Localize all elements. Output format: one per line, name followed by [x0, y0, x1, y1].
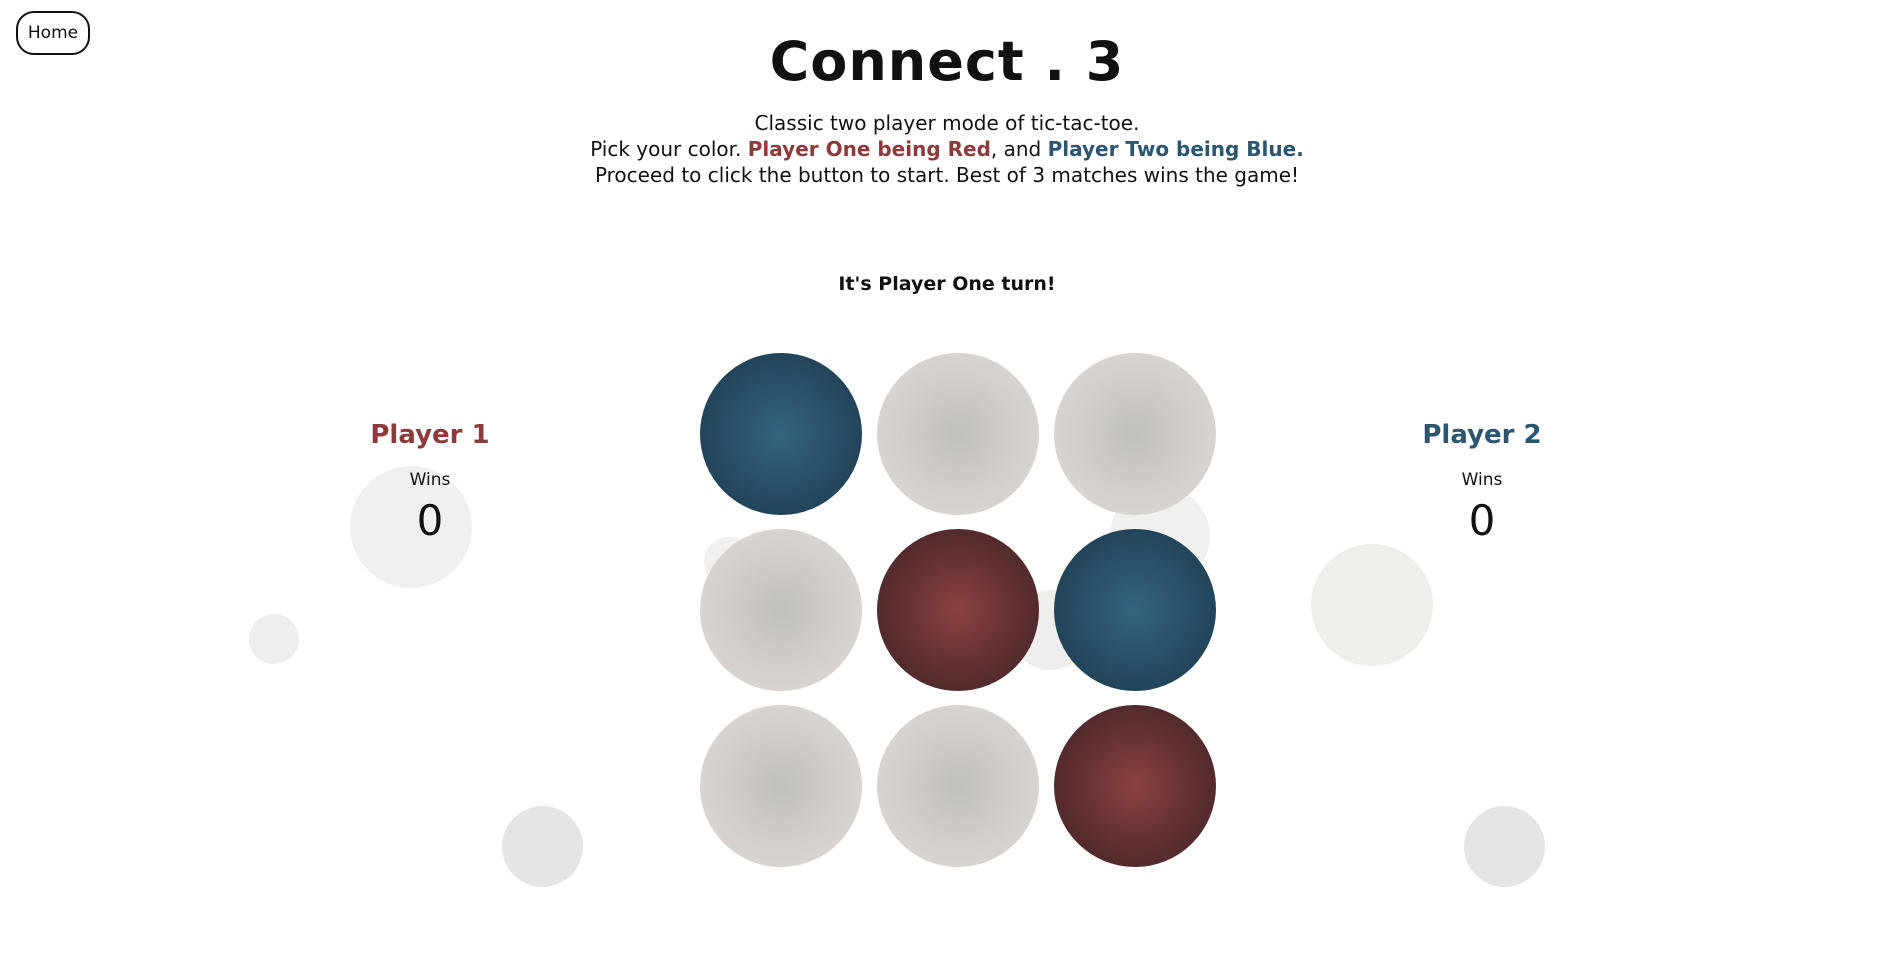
board-cell-8[interactable] — [877, 705, 1039, 867]
board-cell-3[interactable] — [1054, 353, 1216, 515]
board-cell-6[interactable] — [1054, 529, 1216, 691]
player-two-wins-label: Wins — [1461, 470, 1503, 490]
board-cell-2[interactable] — [877, 353, 1039, 515]
page-title: Connect . 3 — [769, 30, 1125, 93]
board-cell-9[interactable] — [1054, 705, 1216, 867]
board-cell-5[interactable] — [877, 529, 1039, 691]
instructions-line-1: Classic two player mode of tic-tac-toe. — [754, 111, 1140, 135]
turn-indicator: It's Player One turn! — [838, 273, 1056, 295]
instructions-pick-text: Pick your color. — [590, 137, 748, 161]
player-two-panel: Player 2 Wins 0 — [1362, 420, 1602, 545]
game-instructions: Classic two player mode of tic-tac-toe. … — [0, 110, 1894, 188]
board-cell-1[interactable] — [700, 353, 862, 515]
player-two-name: Player 2 — [1422, 420, 1542, 450]
game-board — [700, 353, 1216, 867]
instructions-line-3: Proceed to click the button to start. Be… — [594, 163, 1300, 187]
background-bubble — [249, 614, 299, 664]
board-cell-4[interactable] — [700, 529, 862, 691]
board-cell-7[interactable] — [700, 705, 862, 867]
instructions-line-2: Pick your color. Player One being Red, a… — [0, 136, 1894, 162]
player-one-color-text: Player One being Red — [747, 137, 991, 161]
player-one-wins-label: Wins — [409, 470, 451, 490]
player-two-wins-count: 0 — [1468, 496, 1496, 545]
background-bubble — [1464, 806, 1545, 887]
player-one-name: Player 1 — [370, 420, 490, 450]
background-bubble — [1311, 544, 1433, 666]
player-one-panel: Player 1 Wins 0 — [310, 420, 550, 545]
game-page: Home Connect . 3 Classic two player mode… — [0, 0, 1894, 971]
background-bubble — [502, 806, 583, 887]
instructions-and-text: , and — [990, 137, 1048, 161]
player-two-color-text: Player Two being Blue. — [1047, 137, 1304, 161]
player-one-wins-count: 0 — [416, 496, 444, 545]
